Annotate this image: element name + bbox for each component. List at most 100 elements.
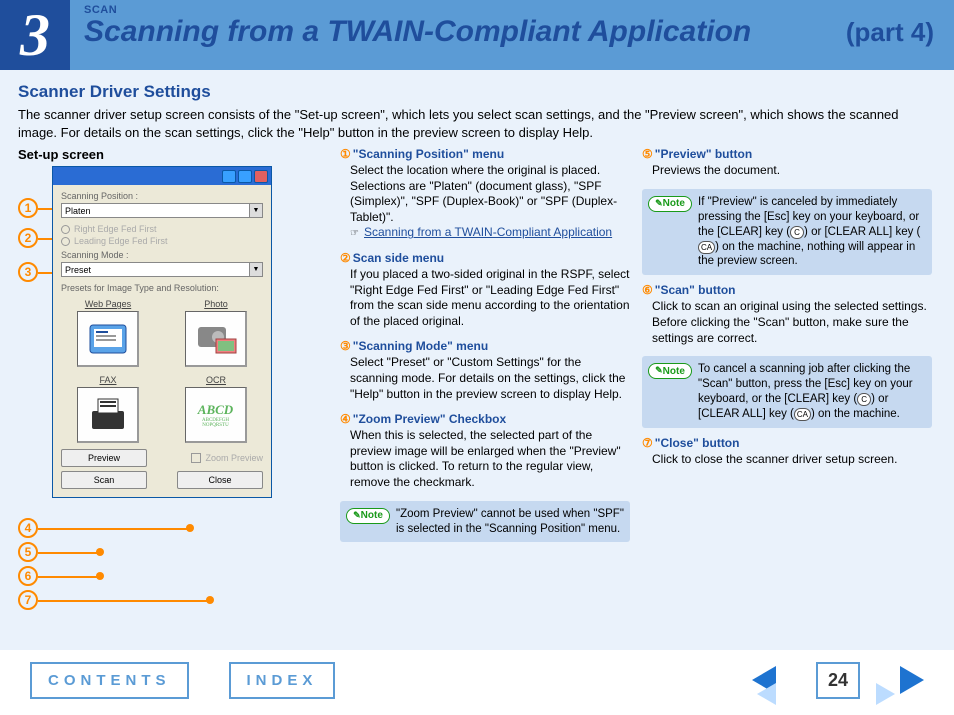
item-5-num: ⑤	[642, 147, 653, 161]
webpages-icon	[77, 311, 139, 367]
note-scan-c: ) on the machine.	[811, 408, 900, 420]
item-7: ⑦"Close" button Click to close the scann…	[642, 436, 932, 468]
preset-grid: Web Pages Photo FAX	[61, 299, 263, 443]
note-badge: Note	[648, 363, 692, 379]
item-6-num: ⑥	[642, 283, 653, 297]
pointer-icon: ☞	[350, 227, 364, 240]
footer: CONTENTS INDEX 24	[0, 650, 954, 710]
callout-7: 7	[18, 590, 38, 610]
keycap-c: C	[857, 393, 871, 406]
chapter-number: 3	[0, 0, 70, 70]
lead-dot-7	[206, 596, 214, 604]
note-zoom: Note "Zoom Preview" cannot be used when …	[340, 501, 630, 543]
preset-fax: FAX	[61, 375, 155, 443]
note-preview-b: ) or [CLEAR ALL] key (	[804, 226, 920, 238]
item-1: ①"Scanning Position" menu Select the loc…	[340, 147, 630, 241]
item-3-body: Select "Preset" or "Custom Settings" for…	[340, 355, 630, 402]
callout-2: 2	[18, 228, 38, 248]
index-button[interactable]: INDEX	[229, 662, 336, 699]
item-2-body: If you placed a two-sided original in th…	[340, 267, 630, 329]
left-column: Set-up screen 1 2 3 4 5 6 7	[18, 147, 328, 550]
item-7-body: Click to close the scanner driver setup …	[642, 452, 932, 468]
item-3-num: ③	[340, 339, 351, 353]
scanpos-label: Scanning Position :	[61, 191, 263, 201]
radio-right-edge: Right Edge Fed First	[61, 224, 263, 234]
item-6: ⑥"Scan" button Click to scan an original…	[642, 283, 932, 346]
header-text: SCAN Scanning from a TWAIN-Compliant App…	[70, 0, 954, 70]
item-7-title: "Close" button	[655, 436, 740, 450]
item-2-title: Scan side menu	[353, 251, 444, 265]
callout-1: 1	[18, 198, 38, 218]
note-badge: Note	[648, 196, 692, 212]
header-part: (part 4)	[846, 19, 942, 46]
middle-column: ①"Scanning Position" menu Select the loc…	[340, 147, 630, 550]
item-4: ④"Zoom Preview" Checkbox When this is se…	[340, 412, 630, 490]
note-badge: Note	[346, 508, 390, 524]
min-icon	[222, 170, 236, 183]
note-scan: Note To cancel a scanning job after clic…	[642, 356, 932, 428]
close-icon	[254, 170, 268, 183]
page-body: Scanner Driver Settings The scanner driv…	[0, 70, 954, 650]
note-scan-text: To cancel a scanning job after clicking …	[698, 362, 926, 422]
lead-5	[38, 552, 98, 554]
preview-button: Preview	[61, 449, 147, 467]
item-1-body: Select the location where the original i…	[350, 163, 617, 224]
preset-ocr-label: OCR	[169, 375, 263, 385]
preset-fax-label: FAX	[61, 375, 155, 385]
max-icon	[238, 170, 252, 183]
lead-6	[38, 576, 98, 578]
item-3-title: "Scanning Mode" menu	[353, 339, 488, 353]
radio-right-edge-label: Right Edge Fed First	[74, 224, 157, 234]
callout-4: 4	[18, 518, 38, 538]
lead-dot-6	[96, 572, 104, 580]
intro-text: The scanner driver setup screen consists…	[18, 106, 936, 141]
lead-dot-5	[96, 548, 104, 556]
right-column: ⑤"Preview" button Previews the document.…	[642, 147, 932, 550]
lead-dot-4	[186, 524, 194, 532]
zoom-checkbox: Zoom Preview	[191, 453, 263, 463]
presets-label: Presets for Image Type and Resolution:	[61, 283, 263, 293]
screenshot-wrap: 1 2 3 4 5 6 7	[18, 166, 328, 498]
page-header: 3 SCAN Scanning from a TWAIN-Compliant A…	[0, 0, 954, 70]
item-2-num: ②	[340, 251, 351, 265]
setup-screen-heading: Set-up screen	[18, 147, 328, 162]
scanmode-label: Scanning Mode :	[61, 250, 263, 260]
radio-leading-edge-label: Leading Edge Fed First	[74, 236, 168, 246]
item-4-title: "Zoom Preview" Checkbox	[353, 412, 506, 426]
item-1-title: "Scanning Position" menu	[353, 147, 504, 161]
callout-5: 5	[18, 542, 38, 562]
item-7-num: ⑦	[642, 436, 653, 450]
shot-titlebar	[53, 167, 271, 185]
contents-button[interactable]: CONTENTS	[30, 662, 189, 699]
item-6-body: Click to scan an original using the sele…	[642, 299, 932, 346]
keycap-ca: CA	[794, 408, 811, 421]
scanpos-select: Platen▼	[61, 203, 263, 218]
twain-link[interactable]: Scanning from a TWAIN-Compliant Applicat…	[364, 225, 612, 239]
lead-4	[38, 528, 188, 530]
note-preview-text: If "Preview" is canceled by immediately …	[698, 195, 926, 270]
preset-photo-label: Photo	[169, 299, 263, 309]
close-button: Close	[177, 471, 263, 489]
next-arrow[interactable]	[900, 666, 924, 694]
lead-7	[38, 600, 208, 602]
item-5-body: Previews the document.	[642, 163, 932, 179]
photo-icon	[185, 311, 247, 367]
ocr-icon: ABCD ABCDEFGH NOPQRSTU	[185, 387, 247, 443]
ocr-sample-large: ABCD	[198, 402, 233, 418]
preset-webpages: Web Pages	[61, 299, 155, 367]
item-4-num: ④	[340, 412, 351, 426]
preset-photo: Photo	[169, 299, 263, 367]
item-4-body: When this is selected, the selected part…	[340, 428, 630, 490]
preset-webpages-label: Web Pages	[61, 299, 155, 309]
preset-ocr: OCR ABCD ABCDEFGH NOPQRSTU	[169, 375, 263, 443]
keycap-ca: CA	[698, 241, 715, 254]
radio-leading-edge: Leading Edge Fed First	[61, 236, 263, 246]
scanmode-value: Preset	[65, 265, 91, 275]
ocr-sample-small: ABCDEFGH NOPQRSTU	[202, 418, 229, 428]
section-title: Scanner Driver Settings	[18, 82, 936, 102]
note-preview-c: ) on the machine, nothing will appear in…	[698, 241, 915, 268]
prev-arrow[interactable]	[752, 666, 776, 694]
scanmode-select: Preset▼	[61, 262, 263, 277]
note-zoom-text: "Zoom Preview" cannot be used when "SPF"…	[396, 507, 624, 537]
item-5: ⑤"Preview" button Previews the document.	[642, 147, 932, 179]
